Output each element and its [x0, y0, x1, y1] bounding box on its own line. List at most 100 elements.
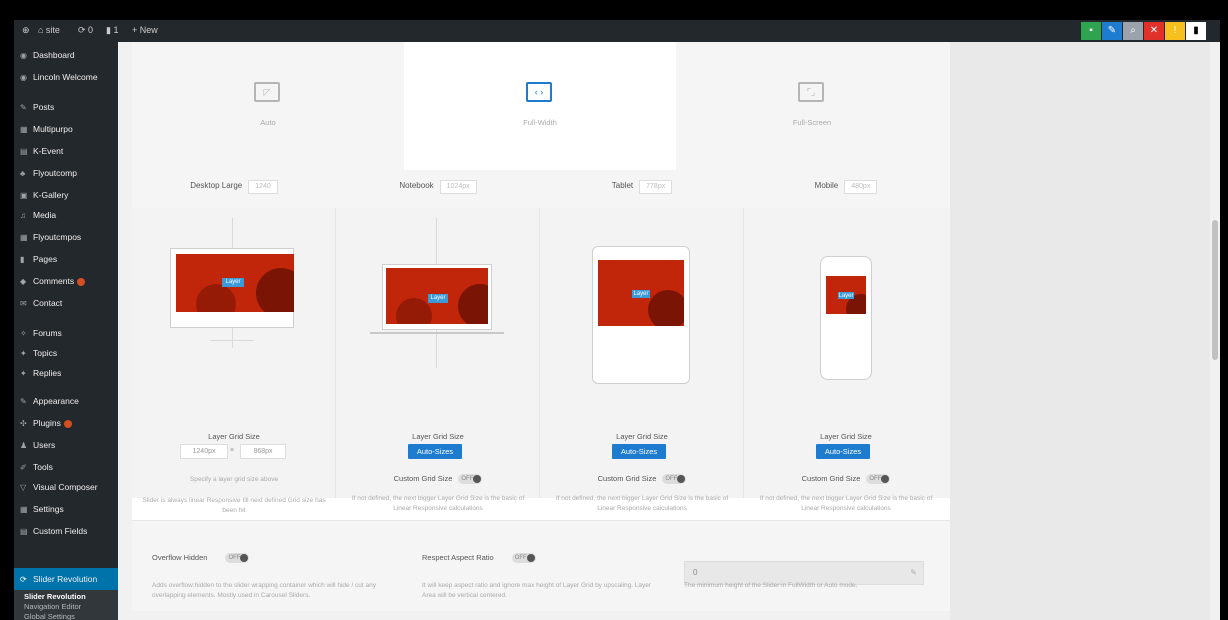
plug-icon: ✣: [20, 419, 27, 428]
sidebar-item-custom-fields[interactable]: ▤ Custom Fields: [20, 524, 118, 538]
custom-grid-toggle-mobile[interactable]: OFF: [866, 474, 891, 485]
fullscreen-layout-icon: ⌜⌟: [798, 82, 824, 102]
mobile-preview-image: Layer: [826, 276, 866, 314]
save-icon[interactable]: ▪: [1081, 22, 1101, 40]
new-content-link[interactable]: + New: [132, 25, 158, 35]
pin-icon: ✎: [20, 103, 27, 112]
layout-option-auto[interactable]: ◸ Auto: [132, 42, 404, 170]
fullwidth-layout-icon: ‹ ›: [526, 82, 552, 102]
custom-grid-notebook: Custom Grid Size OFF: [336, 474, 540, 485]
admin-bar: ⊕ ⌂ site ⟳ 0 ▮ 1 + New ▪ ✎ ⌕ ✕ ! ▮: [14, 20, 1220, 42]
custom-grid-toggle-tablet[interactable]: OFF: [662, 474, 687, 485]
warning-icon[interactable]: !: [1165, 22, 1185, 40]
fields-icon: ▤: [20, 527, 28, 536]
calendar-icon: ▤: [20, 147, 28, 156]
device-column-tablet: Layer Layer Grid Size Auto-Sizes Custom …: [540, 208, 744, 512]
sidebar-item-settings[interactable]: ▦ Settings: [20, 502, 118, 516]
device-header-tablet: Tablet 778px: [540, 170, 744, 208]
auto-sizes-button-tablet[interactable]: Auto-Sizes: [612, 444, 666, 459]
dashboard-icon: ◉: [20, 51, 27, 60]
media-icon: ♫: [20, 211, 26, 220]
edit-icon[interactable]: ✎: [1102, 22, 1122, 40]
sidebar-item-slider-revolution[interactable]: ⟳ Slider Revolution: [14, 568, 118, 590]
device-header-desktop: Desktop Large 1240: [132, 170, 336, 208]
updates-link[interactable]: ⟳ 0: [78, 25, 93, 36]
device-header-mobile: Mobile 480px: [744, 170, 948, 208]
sidebar-item-contact[interactable]: ✉ Contact: [20, 296, 118, 310]
reply-icon: ✦: [20, 369, 27, 378]
grid-icon: ▦: [20, 233, 28, 242]
auto-layout-icon: ◸: [254, 82, 280, 102]
desktop-width-value: 1240: [248, 180, 278, 194]
brush-icon: ✎: [20, 397, 27, 406]
sidebar-item-forums[interactable]: ✧ Forums: [20, 326, 118, 340]
browser-frame: ⊕ ⌂ site ⟳ 0 ▮ 1 + New ▪ ✎ ⌕ ✕ ! ▮ ◉ Dash…: [14, 20, 1220, 620]
sidebar-item-flyoutcomp[interactable]: ♣ Flyoutcomp: [20, 166, 118, 180]
gallery-icon: ▣: [20, 191, 28, 200]
mobile-device: [820, 256, 872, 380]
sidebar-item-appearance[interactable]: ✎ Appearance: [20, 394, 118, 408]
grid-icon: ▦: [20, 125, 28, 134]
exit-icon[interactable]: ▮: [1186, 22, 1206, 40]
device-column-notebook: Layer Layer Grid Size Auto-Sizes Custom …: [336, 208, 540, 512]
sidebar-item-k-gallery[interactable]: ▣ K-Gallery: [20, 188, 118, 202]
welcome-icon: ◉: [20, 73, 27, 82]
sidebar-active-label: ⟳ Slider Revolution: [20, 572, 118, 586]
device-header-notebook: Notebook 1024px: [336, 170, 540, 208]
sidebar-item-topics[interactable]: ✦ Topics: [20, 346, 118, 360]
mobile-width-value: 480px: [844, 180, 878, 194]
wrench-icon: ✐: [20, 463, 27, 472]
sidebar-item-plugins[interactable]: ✣ Plugins: [20, 416, 118, 430]
sidebar-item-flyoutcmpos[interactable]: ▦ Flyoutcmpos: [20, 230, 118, 244]
bottom-settings-row: Overflow Hidden OFF Respect Aspect Ratio O…: [132, 520, 950, 611]
wordpress-logo-icon[interactable]: ⊕: [22, 25, 30, 36]
search-icon[interactable]: ⌕: [1123, 22, 1143, 40]
sidebar-item-multipurpose[interactable]: ▦ Multipurpo: [20, 122, 118, 136]
grid-width-input[interactable]: 1240px: [180, 444, 228, 459]
custom-grid-mobile: Custom Grid Size OFF: [744, 474, 948, 485]
people-icon: ♣: [20, 169, 26, 178]
sidebar-item-media[interactable]: ♫ Media: [20, 208, 118, 222]
sidebar-item-posts[interactable]: ✎ Posts: [20, 100, 118, 114]
custom-grid-toggle-notebook[interactable]: OFF: [458, 474, 483, 485]
overflow-hidden-toggle[interactable]: OFF: [225, 553, 250, 564]
sidebar-item-visual-composer[interactable]: ▽ Visual Composer: [20, 480, 118, 494]
device-column-desktop: Layer Layer Grid Size 1240px × 868px Spe…: [132, 208, 336, 514]
sidebar-item-comments[interactable]: ◆ Comments: [20, 274, 118, 288]
sidebar-item-users[interactable]: ♟ Users: [20, 438, 118, 452]
layout-option-fullscreen[interactable]: ⌜⌟ Full-Screen: [676, 42, 948, 170]
overflow-hidden-setting: Overflow Hidden OFF: [152, 553, 250, 564]
device-column-mobile: Layer Layer Grid Size Auto-Sizes Custom …: [744, 208, 950, 512]
sidebar-item-welcome[interactable]: ◉ Lincoln Welcome: [20, 70, 118, 84]
close-icon[interactable]: ✕: [1144, 22, 1164, 40]
respect-aspect-toggle[interactable]: OFF: [511, 553, 536, 564]
admin-sidebar: ◉ Dashboard ◉ Lincoln Welcome ✎ Posts ▦ Mult…: [14, 42, 118, 620]
custom-grid-tablet: Custom Grid Size OFF: [540, 474, 744, 485]
sidebar-item-replies[interactable]: ✦ Replies: [20, 366, 118, 380]
notebook-preview-image: Layer: [386, 268, 488, 324]
comments-badge: [77, 277, 86, 286]
site-name-link[interactable]: ⌂ site: [38, 25, 60, 35]
auto-sizes-button-notebook[interactable]: Auto-Sizes: [408, 444, 462, 459]
scrollbar-thumb[interactable]: [1212, 220, 1218, 360]
sidebar-item-dashboard[interactable]: ◉ Dashboard: [20, 48, 118, 62]
plugins-badge: [63, 419, 72, 428]
mail-icon: ✉: [20, 299, 27, 308]
layout-option-fullwidth[interactable]: ‹ › Full-Width: [404, 42, 676, 170]
layer-badge: Layer: [222, 278, 244, 287]
sidebar-item-pages[interactable]: ▮ Pages: [20, 252, 118, 266]
grid-height-input[interactable]: 868px: [240, 444, 286, 459]
slider-settings-panel: ◸ Auto ‹ › Full-Width ⌜⌟ Full-Screen Des…: [132, 42, 950, 611]
submenu-navigation-editor[interactable]: Navigation Editor: [24, 602, 81, 611]
refresh-icon: ⟳: [20, 575, 27, 584]
submenu-slider-revolution[interactable]: Slider Revolution: [24, 592, 86, 601]
comments-link[interactable]: ▮ 1: [106, 25, 118, 36]
auto-sizes-button-mobile[interactable]: Auto-Sizes: [816, 444, 870, 459]
submenu-global-settings[interactable]: Global Settings: [24, 612, 75, 620]
layer-badge: Layer: [838, 292, 854, 299]
tablet-width-value: 778px: [639, 180, 673, 194]
layer-badge: Layer: [632, 290, 650, 298]
sidebar-item-k-event[interactable]: ▤ K-Event: [20, 144, 118, 158]
sidebar-item-tools[interactable]: ✐ Tools: [20, 460, 118, 474]
layer-badge: Layer: [428, 294, 448, 303]
